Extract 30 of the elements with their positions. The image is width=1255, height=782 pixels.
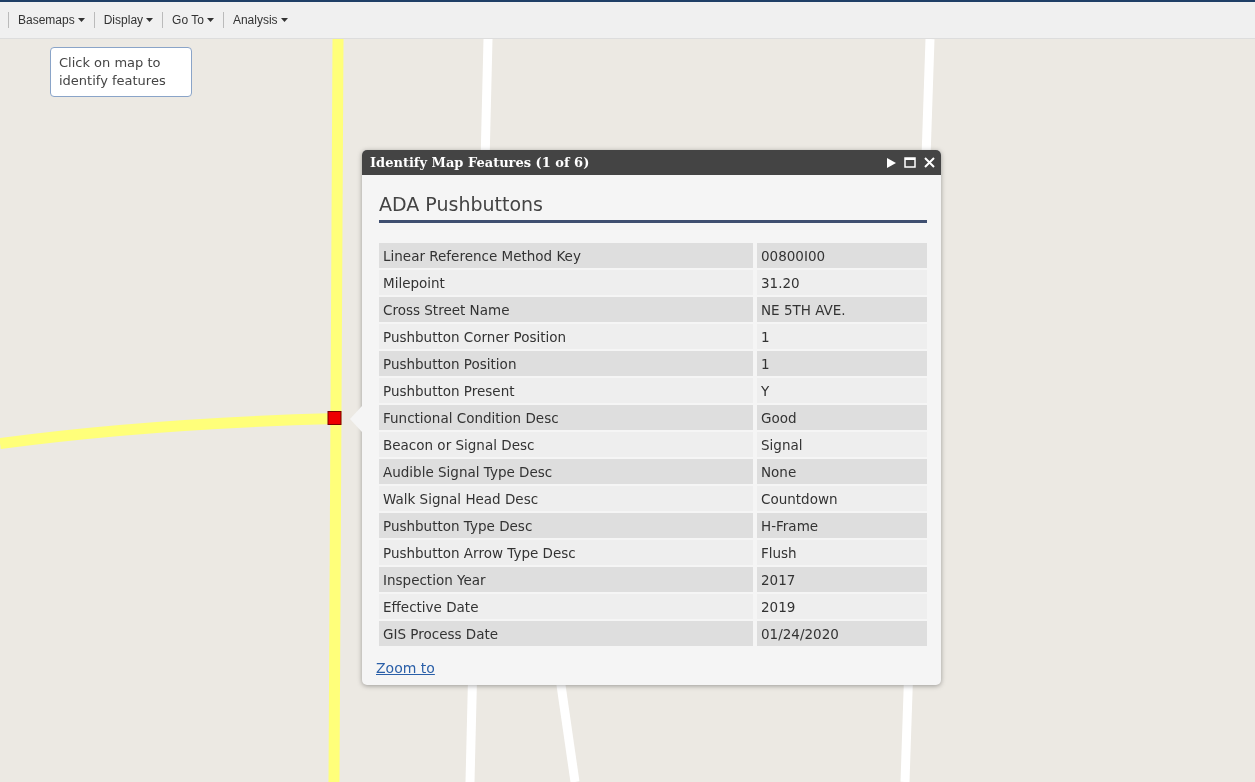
field-value: Countdown xyxy=(757,486,927,511)
play-icon[interactable] xyxy=(887,157,896,168)
close-icon[interactable] xyxy=(924,157,935,168)
field-value: 1 xyxy=(757,351,927,376)
menu-button[interactable]: Analysis xyxy=(223,13,297,27)
menu-button[interactable]: Basemaps xyxy=(9,13,94,27)
field-value: Flush xyxy=(757,540,927,565)
field-value: Signal xyxy=(757,432,927,457)
field-value: 01/24/2020 xyxy=(757,621,927,646)
field-value: H-Frame xyxy=(757,513,927,538)
map-hint: Click on map to identify features xyxy=(50,47,192,97)
field-value: 00800I00 xyxy=(757,243,927,268)
menu-button[interactable]: Display xyxy=(94,13,163,27)
maximize-icon[interactable] xyxy=(904,157,916,168)
field-value: 2017 xyxy=(757,567,927,592)
layer-title: ADA Pushbuttons xyxy=(379,193,927,223)
caret-icon xyxy=(77,18,85,22)
field-value: 1 xyxy=(757,324,927,349)
field-value: None xyxy=(757,459,927,484)
field-value: 31.20 xyxy=(757,270,927,295)
field-value: NE 5TH AVE. xyxy=(757,297,927,322)
caret-icon xyxy=(280,18,288,22)
field-value: Good xyxy=(757,405,927,430)
field-value: Y xyxy=(757,378,927,403)
caret-icon xyxy=(146,18,154,22)
caret-icon xyxy=(206,18,214,22)
popup-title: Identify Map Features (1 of 6) xyxy=(370,155,591,170)
zoom-to-link[interactable]: Zoom to xyxy=(376,660,435,676)
menu-button[interactable]: Go To xyxy=(163,13,223,27)
field-value: 2019 xyxy=(757,594,927,619)
